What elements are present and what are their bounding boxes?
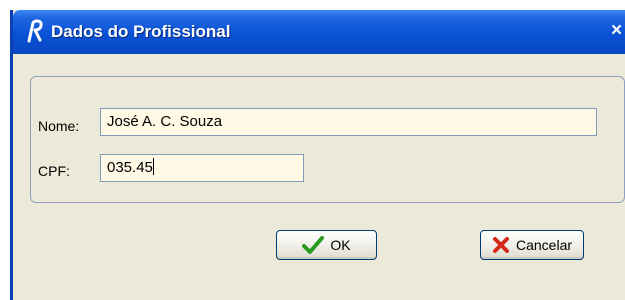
- dialog-window: Dados do Profissional × Nome: José A. C.…: [10, 10, 625, 300]
- window-title: Dados do Profissional: [51, 22, 231, 41]
- text-caret: [152, 158, 154, 175]
- close-button[interactable]: ×: [611, 20, 622, 42]
- cpf-label: CPF:: [38, 163, 70, 179]
- nome-field[interactable]: José A. C. Souza: [100, 108, 597, 136]
- cpf-value: 035.45: [107, 159, 153, 176]
- cancel-label: Cancelar: [515, 237, 573, 253]
- nome-label: Nome:: [38, 118, 80, 134]
- cancel-button[interactable]: Cancelar: [480, 230, 584, 260]
- ok-label: OK: [330, 237, 351, 253]
- cpf-field[interactable]: 035.45: [100, 154, 304, 182]
- ok-button[interactable]: OK: [276, 230, 377, 260]
- checkmark-icon: [302, 236, 325, 254]
- nome-value: José A. C. Souza: [107, 113, 223, 130]
- r-logo-icon: [27, 19, 43, 43]
- x-mark-icon: [492, 237, 509, 253]
- title-bar[interactable]: Dados do Profissional ×: [13, 10, 625, 54]
- form-groupbox: Nome: José A. C. Souza CPF: 035.45: [30, 76, 625, 203]
